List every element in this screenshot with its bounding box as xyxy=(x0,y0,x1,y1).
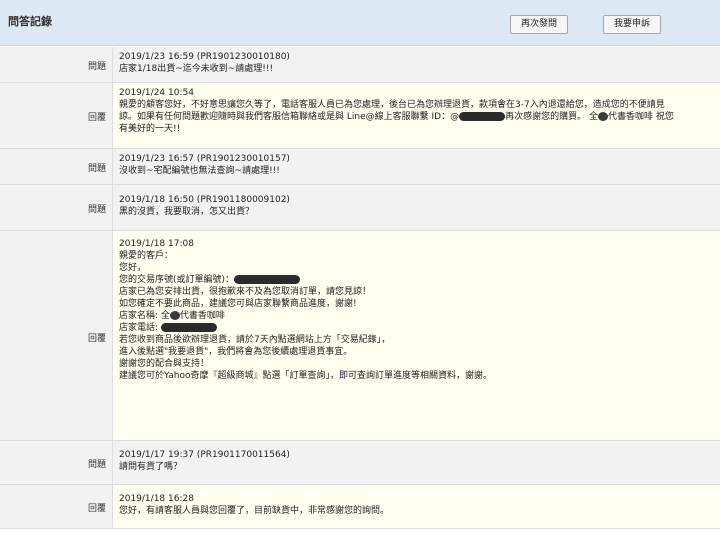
answer-content: 2019/1/18 17:08 親愛的客戶： 您好， 您的交易序號(或訂單編號)… xyxy=(113,231,720,440)
answer-text: 代書香咖啡 祝您 xyxy=(607,112,674,122)
row-label: 問題 xyxy=(87,205,106,215)
answer-text: 店家電話: xyxy=(119,323,159,333)
question-meta: 2019/1/17 19:37 (PR1901170011564) xyxy=(119,450,290,460)
ask-again-button[interactable]: 再次發問 xyxy=(510,15,568,34)
qa-row-answer: 回覆 2019/1/24 10:54 親愛的顧客您好，不好意思讓您久等了，電話客… xyxy=(0,83,720,149)
answer-text: 謝謝您的配合與支持！ xyxy=(119,359,210,369)
answer-text: 親愛的客戶： xyxy=(119,251,174,261)
answer-meta: 2019/1/24 10:54 xyxy=(119,88,194,98)
answer-text: 您好，有請客服人員與您回覆了，目前缺貨中，非常感謝您的詢問。 xyxy=(119,506,390,516)
answer-meta: 2019/1/18 17:08 xyxy=(119,239,194,249)
complain-button[interactable]: 我要申訴 xyxy=(603,15,661,34)
redacted-block xyxy=(597,112,608,121)
answer-text: 您好， xyxy=(119,263,147,273)
question-meta: 2019/1/18 16:50 (PR1901180009102) xyxy=(119,195,290,205)
redacted-block xyxy=(160,323,217,332)
answer-content: 2019/1/24 10:54 親愛的顧客您好，不好意思讓您久等了，電話客服人員… xyxy=(113,83,720,148)
qa-row-question: 問題 2019/1/23 16:57 (PR1901230010157) 沒收到… xyxy=(0,149,720,185)
answer-text: 您的交易序號(或訂單編號)： xyxy=(119,275,235,285)
page-title: 問答記錄 xyxy=(8,15,52,28)
qa-row-answer: 回覆 2019/1/18 17:08 親愛的客戶： 您好， 您的交易序號(或訂單… xyxy=(0,231,720,441)
redacted-block xyxy=(459,112,506,121)
question-content: 2019/1/18 16:50 (PR1901180009102) 黑的沒貨，我… xyxy=(113,185,720,230)
answer-text: 代書香咖啡 xyxy=(179,311,225,321)
row-label: 回覆 xyxy=(87,504,106,514)
question-meta: 2019/1/23 16:59 (PR1901230010180) xyxy=(119,52,290,62)
answer-text: 諒。如果有任何問題歡迎隨時與我們客服信箱聯絡或是與 Line@線上客服聯繫 ID… xyxy=(119,112,460,122)
answer-text: 有美好的一天!! xyxy=(119,124,181,134)
qa-record-header: 問答記錄 再次發問 我要申訴 xyxy=(0,0,720,46)
qa-row-question: 問題 2019/1/18 16:50 (PR1901180009102) 黑的沒… xyxy=(0,185,720,231)
redacted-block xyxy=(234,275,301,284)
question-meta: 2019/1/23 16:57 (PR1901230010157) xyxy=(119,154,290,164)
question-text: 黑的沒貨，我要取消，怎又出貨？ xyxy=(119,207,255,217)
answer-text: 店家名稱: 全 xyxy=(119,311,170,321)
row-label: 回覆 xyxy=(87,113,106,123)
qa-row-answer: 回覆 2019/1/18 16:28 您好，有請客服人員與您回覆了，目前缺貨中，… xyxy=(0,485,720,529)
qa-row-question: 問題 2019/1/23 16:59 (PR1901230010180) 店家1… xyxy=(0,47,720,83)
qa-row-question: 問題 2019/1/17 19:37 (PR1901170011564) 請問有… xyxy=(0,441,720,485)
question-content: 2019/1/23 16:59 (PR1901230010180) 店家1/18… xyxy=(113,47,720,82)
answer-text: 建議您可於Yahoo奇摩『超級商城』點選「訂單查詢」，即可查詢訂單進度等相關資料… xyxy=(119,371,492,381)
row-label: 問題 xyxy=(87,164,106,174)
row-label: 問題 xyxy=(87,460,106,470)
answer-meta: 2019/1/18 16:28 xyxy=(119,494,194,504)
question-content: 2019/1/23 16:57 (PR1901230010157) 沒收到~宅配… xyxy=(113,149,720,184)
row-label: 回覆 xyxy=(87,334,106,344)
answer-text: 店家已為您安排出貨，很抱歉來不及為您取消訂單，請您見諒！ xyxy=(119,287,372,297)
answer-text: 進入後點選"我要退貨"，我們將會為您後續處理退貨事宜。 xyxy=(119,347,353,357)
answer-text: 若您收到商品後欲辦理退貨，請於7天內點選網站上方「交易紀錄」， xyxy=(119,335,391,345)
answer-content: 2019/1/18 16:28 您好，有請客服人員與您回覆了，目前缺貨中，非常感… xyxy=(113,485,720,528)
answer-text: 再次感謝您的購買。 全 xyxy=(505,112,598,122)
answer-text: 如您確定不要此商品，建議您可與店家聯繫商品進度，謝謝! xyxy=(119,299,357,309)
answer-text: 親愛的顧客您好，不好意思讓您久等了，電話客服人員已為您處理，後台已為您辦理退貨，… xyxy=(119,100,665,110)
question-text: 沒收到~宅配編號也無法查詢~請處理!!! xyxy=(119,166,280,176)
row-label: 問題 xyxy=(87,62,106,72)
question-text: 請問有貨了嗎？ xyxy=(119,462,183,472)
redacted-block xyxy=(169,311,180,320)
question-text: 店家1/18出貨~迄今未收到~請處理!!! xyxy=(119,64,274,74)
question-content: 2019/1/17 19:37 (PR1901170011564) 請問有貨了嗎… xyxy=(113,441,720,484)
